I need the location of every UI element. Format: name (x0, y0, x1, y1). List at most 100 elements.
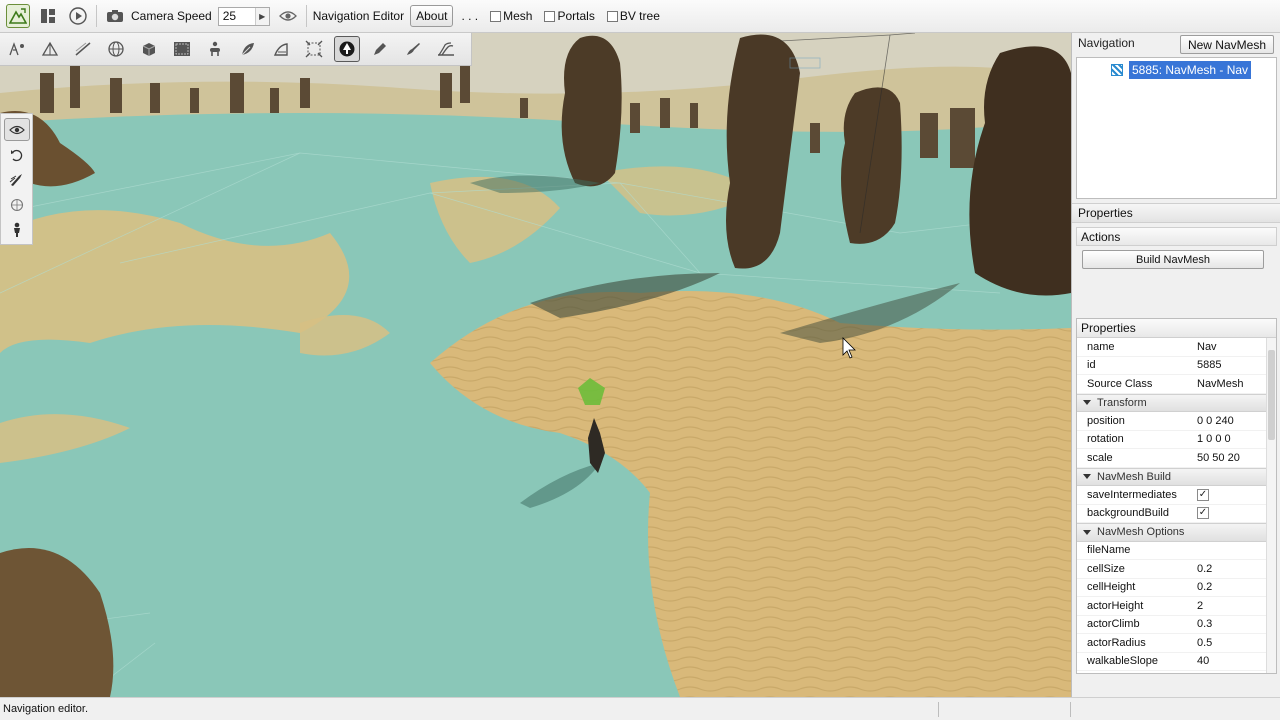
property-value[interactable]: NavMesh (1189, 378, 1276, 390)
image-tool-icon[interactable] (169, 36, 195, 62)
property-row-source-class[interactable]: Source Class NavMesh (1077, 375, 1276, 394)
toolbar-separator (96, 5, 97, 27)
group-label: Transform (1097, 396, 1147, 409)
waypoint-tool-icon[interactable] (4, 36, 30, 62)
more-menu-button[interactable]: . . . (461, 9, 478, 23)
property-name: position (1087, 414, 1125, 427)
property-value[interactable]: 0 0 240 (1189, 415, 1276, 427)
status-text: Navigation editor. (3, 703, 88, 715)
navmesh-tree[interactable]: 5885: NavMesh - Nav (1076, 57, 1277, 199)
spinner-arrow-icon[interactable]: ▶ (254, 7, 269, 25)
triangle-tool-icon[interactable] (37, 36, 63, 62)
property-grid-header: Properties (1077, 319, 1276, 338)
scene-viewport[interactable] (0, 33, 1071, 697)
save-intermediates-checkbox[interactable]: ✓ (1197, 488, 1209, 501)
mesh-checkbox[interactable] (490, 10, 502, 22)
camera-speed-input[interactable]: 25 ▶ (217, 6, 270, 26)
property-row-cellheight[interactable]: cellHeight 0.2 (1077, 579, 1276, 597)
globe-icon[interactable] (4, 194, 30, 217)
property-value[interactable]: 50 50 20 (1189, 452, 1276, 464)
property-name: scale (1087, 451, 1113, 464)
rotate-icon[interactable] (4, 143, 30, 166)
road-tool-icon[interactable] (433, 36, 459, 62)
group-label: NavMesh Build (1097, 470, 1171, 483)
view-eye-icon[interactable] (3, 118, 30, 142)
property-row-filename[interactable]: fileName (1077, 542, 1276, 560)
property-row-background-build[interactable]: backgroundBuild ✓ (1077, 505, 1276, 523)
ramp-tool-icon[interactable] (268, 36, 294, 62)
build-navmesh-button[interactable]: Build NavMesh (1082, 250, 1264, 269)
property-grid: Properties name Nav id 5885 Source Class… (1076, 318, 1277, 674)
actions-box: Actions Build NavMesh (1076, 227, 1277, 311)
property-value[interactable]: 0.2 (1189, 581, 1276, 593)
right-panel: Navigation New NavMesh 5885: NavMesh - N… (1071, 33, 1280, 697)
collapse-triangle-icon[interactable] (1083, 400, 1091, 406)
property-row-name[interactable]: name Nav (1077, 338, 1276, 357)
status-divider (938, 702, 939, 717)
bvtree-checkbox[interactable] (606, 10, 618, 22)
property-row-scale[interactable]: scale 50 50 20 (1077, 449, 1276, 468)
transform-group-header[interactable]: Transform (1077, 393, 1276, 412)
collapse-triangle-icon[interactable] (1083, 529, 1091, 535)
navigation-tool-strip (0, 33, 472, 66)
group-label: NavMesh Options (1097, 526, 1185, 539)
layout-icon[interactable] (36, 4, 60, 28)
bounds-tool-icon[interactable] (301, 36, 327, 62)
property-value[interactable]: 40 (1189, 655, 1276, 667)
left-tool-strip (0, 113, 33, 245)
status-bar: Navigation editor. (0, 697, 1280, 720)
desert-scene (0, 33, 1071, 697)
about-button[interactable]: About (410, 5, 454, 27)
scrollbar-thumb[interactable] (1268, 350, 1275, 440)
property-value[interactable]: 0.3 (1189, 618, 1276, 630)
property-row-save-intermediates[interactable]: saveIntermediates ✓ (1077, 486, 1276, 505)
navmesh-icon (1111, 64, 1123, 76)
property-value[interactable]: 2 (1189, 600, 1276, 612)
camera-icon (103, 4, 127, 28)
portals-checkbox[interactable] (544, 10, 556, 22)
navigation-editor-label: Navigation Editor (312, 9, 405, 23)
bvtree-toggle[interactable]: BV tree (606, 9, 660, 23)
pen-tool-icon[interactable] (367, 36, 393, 62)
property-value[interactable]: Nav (1189, 341, 1276, 353)
property-row-rotation[interactable]: rotation 1 0 0 0 (1077, 431, 1276, 449)
navigation-select-icon[interactable] (334, 36, 360, 62)
background-build-checkbox[interactable]: ✓ (1197, 507, 1209, 520)
portals-label: Portals (557, 9, 595, 23)
property-value[interactable]: 0.2 (1189, 563, 1276, 575)
property-value[interactable]: 0.5 (1189, 637, 1276, 649)
property-row-cellsize[interactable]: cellSize 0.2 (1077, 560, 1276, 579)
new-navmesh-button[interactable]: New NavMesh (1179, 35, 1274, 54)
figure-tool-icon[interactable] (202, 36, 228, 62)
play-icon[interactable] (66, 4, 90, 28)
paint-brush-icon[interactable] (4, 168, 30, 191)
property-grid-scrollbar[interactable] (1266, 338, 1276, 673)
main-toolbar: Camera Speed 25 ▶ Navigation Editor Abou… (0, 0, 1280, 33)
collapse-triangle-icon[interactable] (1083, 474, 1091, 480)
camera-speed-label: Camera Speed (131, 9, 212, 23)
edge-tool-icon[interactable] (70, 36, 96, 62)
property-row-actorheight[interactable]: actorHeight 2 (1077, 597, 1276, 616)
property-row-position[interactable]: position 0 0 240 (1077, 412, 1276, 431)
property-value[interactable]: 5885 (1189, 359, 1276, 371)
property-row-actorclimb[interactable]: actorClimb 0.3 (1077, 616, 1276, 634)
mesh-toggle[interactable]: Mesh (490, 9, 532, 23)
leaf-tool-icon[interactable] (235, 36, 261, 62)
portals-toggle[interactable]: Portals (544, 9, 595, 23)
property-value[interactable]: 1 0 0 0 (1189, 433, 1276, 445)
visibility-eye-icon[interactable] (276, 4, 300, 28)
navmesh-options-group-header[interactable]: NavMesh Options (1077, 523, 1276, 542)
property-name: walkableSlope (1087, 655, 1158, 668)
brush-tool-icon[interactable] (400, 36, 426, 62)
property-name: Source Class (1087, 377, 1153, 390)
property-row-actorradius[interactable]: actorRadius 0.5 (1077, 634, 1276, 653)
property-row-id[interactable]: id 5885 (1077, 357, 1276, 375)
tree-item-navmesh[interactable]: 5885: NavMesh - Nav (1111, 61, 1252, 79)
bvtree-label: BV tree (619, 9, 660, 23)
spawn-character-icon[interactable] (4, 219, 30, 242)
property-row-walkableslope[interactable]: walkableSlope 40 (1077, 653, 1276, 671)
world-editor-icon[interactable] (6, 4, 30, 28)
navmesh-build-group-header[interactable]: NavMesh Build (1077, 467, 1276, 486)
cube-tool-icon[interactable] (136, 36, 162, 62)
sphere-tool-icon[interactable] (103, 36, 129, 62)
